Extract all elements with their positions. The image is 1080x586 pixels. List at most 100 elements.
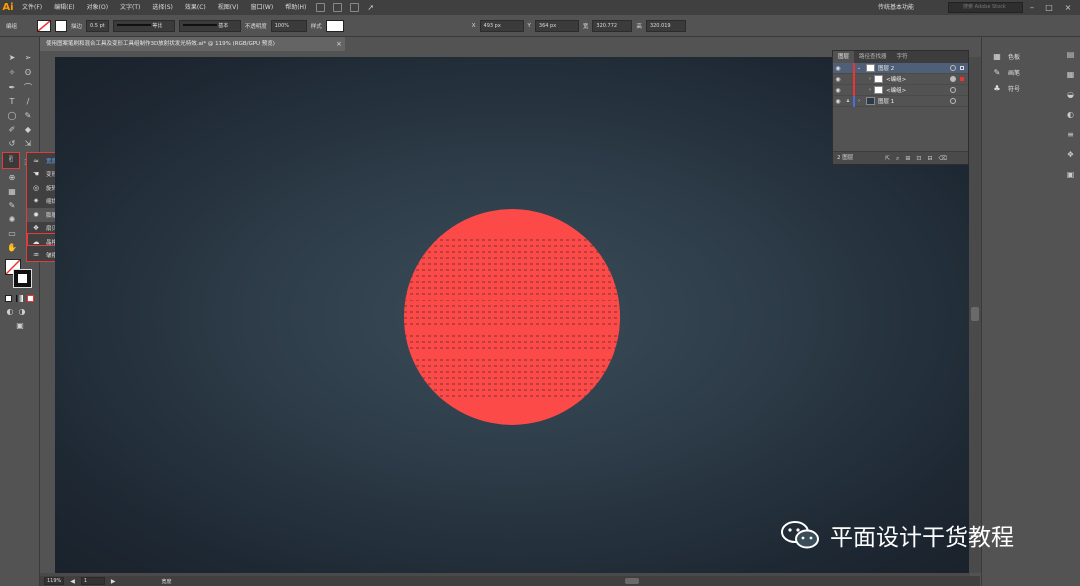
- artboard-field[interactable]: 1: [80, 577, 105, 585]
- layer-row-group1[interactable]: ◉ › <编组>: [833, 73, 968, 85]
- graphic-styles-icon[interactable]: ▣: [1061, 165, 1080, 185]
- next-artboard-icon[interactable]: ▶: [111, 578, 116, 585]
- menu-window[interactable]: 窗口(W): [245, 0, 280, 15]
- layer-name[interactable]: <编组>: [886, 75, 950, 83]
- layer-actions-icons[interactable]: ⇱⌕⊞⊡⊟⌫: [885, 152, 953, 165]
- opacity-field[interactable]: 100%: [270, 19, 307, 32]
- stroke-color-icon[interactable]: [13, 269, 32, 288]
- layer-row-layer2[interactable]: ◉ ⌄ 图层 2: [833, 62, 968, 74]
- menu-effect[interactable]: 效果(C): [179, 0, 212, 15]
- selection-indicator[interactable]: [960, 77, 964, 81]
- selection-indicator[interactable]: [960, 88, 964, 92]
- color-mode-icon[interactable]: [5, 295, 12, 302]
- menu-view[interactable]: 视图(V): [212, 0, 245, 15]
- gradient-panel-icon[interactable]: ❖: [1061, 145, 1080, 165]
- symbol-sprayer-tool-icon[interactable]: ✺: [6, 215, 18, 225]
- document-tab[interactable]: 使用图案笔刷和混合工具及变形工具组制作3D放射状发光特效.ai* @ 119% …: [40, 37, 345, 51]
- menu-file[interactable]: 文件(F): [16, 0, 48, 15]
- lock-icon[interactable]: 🔒︎: [843, 98, 853, 104]
- stroke-swatch[interactable]: [55, 19, 68, 32]
- properties-icon[interactable]: ▤: [1061, 45, 1080, 65]
- visibility-eye-icon[interactable]: ◉: [833, 65, 843, 72]
- expand-chevron-icon[interactable]: ›: [855, 98, 863, 104]
- magic-wand-tool-icon[interactable]: ✧: [6, 68, 18, 78]
- workspace-switcher[interactable]: 传统基本功能: [878, 2, 914, 11]
- layer-name[interactable]: 图层 2: [878, 64, 950, 72]
- selection-indicator[interactable]: [960, 66, 964, 70]
- send-icon[interactable]: ➚: [367, 3, 374, 12]
- perspective-grid-tool-icon[interactable]: ▦: [6, 187, 18, 197]
- tab-pathfinder[interactable]: 路径查找器: [854, 51, 892, 63]
- target-icon[interactable]: [950, 98, 956, 104]
- dock-symbols[interactable]: ♣ 符号: [992, 80, 1054, 96]
- width-tool-group-button[interactable]: ✌: [2, 152, 20, 169]
- target-icon[interactable]: [950, 76, 956, 82]
- dock-swatches[interactable]: ▦ 色板: [992, 48, 1054, 64]
- menu-select[interactable]: 选择(S): [146, 0, 179, 15]
- tab-layers[interactable]: 图层: [833, 51, 855, 63]
- scale-tool-icon[interactable]: ⇲: [22, 139, 34, 149]
- target-icon[interactable]: [950, 87, 956, 93]
- stroke-label[interactable]: 描边: [71, 22, 82, 30]
- hand-tool-icon[interactable]: ✋: [6, 243, 18, 253]
- visibility-eye-icon[interactable]: ◉: [833, 98, 843, 105]
- fill-swatch[interactable]: [37, 19, 52, 32]
- shape-builder-tool-icon[interactable]: ⊕: [6, 173, 18, 183]
- expand-chevron-icon[interactable]: ›: [855, 76, 871, 82]
- lasso-tool-icon[interactable]: ʘ: [22, 68, 34, 78]
- brush-definition[interactable]: 基本: [178, 19, 241, 32]
- dock-brushes[interactable]: ✎ 画笔: [992, 64, 1054, 80]
- transparency-icon[interactable]: ◐: [1061, 105, 1080, 125]
- x-field[interactable]: 493 px: [479, 19, 524, 32]
- close-tab-icon[interactable]: ×: [336, 37, 344, 51]
- stroke-panel-icon[interactable]: ≡: [1061, 125, 1080, 145]
- graphic-style-swatch[interactable]: [325, 19, 344, 32]
- curvature-tool-icon[interactable]: ⌒: [22, 83, 34, 93]
- color-guide-icon[interactable]: ▦: [1061, 65, 1080, 85]
- horizontal-scroll-thumb[interactable]: [625, 578, 639, 584]
- shaper-tool-icon[interactable]: ✐: [6, 125, 18, 135]
- expand-chevron-icon[interactable]: ›: [855, 87, 871, 93]
- minimize-icon[interactable]: –: [1026, 2, 1038, 13]
- arrange-documents-icon[interactable]: [350, 3, 360, 12]
- type-tool-icon[interactable]: T: [6, 97, 18, 107]
- prev-artboard-icon[interactable]: ◀: [70, 578, 75, 585]
- visibility-eye-icon[interactable]: ◉: [833, 76, 843, 83]
- layer-name[interactable]: <编组>: [886, 86, 950, 94]
- none-mode-icon[interactable]: [27, 295, 34, 302]
- stroke-weight-field[interactable]: 0.5 pt: [86, 19, 109, 32]
- layer-row-group2[interactable]: ◉ › <编组>: [833, 84, 968, 96]
- menu-object[interactable]: 对象(O): [81, 0, 114, 15]
- draw-behind-icon[interactable]: ◑: [16, 307, 28, 317]
- tab-character[interactable]: 字符: [892, 51, 913, 63]
- menu-help[interactable]: 帮助(H): [279, 0, 312, 15]
- ellipse-tool-icon[interactable]: ◯: [6, 111, 18, 121]
- zoom-field[interactable]: 119%: [44, 577, 65, 585]
- menu-edit[interactable]: 编辑(E): [48, 0, 80, 15]
- eraser-tool-icon[interactable]: ◆: [22, 125, 34, 135]
- screen-mode-icon[interactable]: ▣: [14, 321, 26, 331]
- selection-tool-icon[interactable]: ➤: [6, 53, 18, 63]
- gradient-mode-icon[interactable]: [16, 295, 23, 302]
- selection-indicator[interactable]: [960, 99, 964, 103]
- eyedropper-tool-icon[interactable]: ✎: [6, 201, 18, 211]
- draw-mode-icon[interactable]: ◐: [4, 307, 16, 317]
- direct-selection-tool-icon[interactable]: ➢: [22, 53, 34, 63]
- stock-icon[interactable]: [333, 3, 343, 12]
- visibility-eye-icon[interactable]: ◉: [833, 87, 843, 94]
- line-tool-icon[interactable]: /: [22, 97, 34, 107]
- target-icon[interactable]: [950, 65, 956, 71]
- bridge-icon[interactable]: [316, 3, 326, 12]
- layer-name[interactable]: 图层 1: [878, 97, 950, 105]
- y-field[interactable]: 364 px: [534, 19, 579, 32]
- expand-chevron-icon[interactable]: ⌄: [855, 65, 863, 71]
- layer-row-layer1[interactable]: ◉ 🔒︎ › 图层 1: [833, 95, 968, 107]
- maximize-icon[interactable]: □: [1043, 2, 1055, 13]
- artboard-tool-icon[interactable]: ▭: [6, 229, 18, 239]
- vertical-scrollbar[interactable]: [969, 57, 981, 573]
- paintbrush-tool-icon[interactable]: ✎: [22, 111, 34, 121]
- pen-tool-icon[interactable]: ✒: [6, 83, 18, 93]
- height-field[interactable]: 320.019: [645, 19, 686, 32]
- vertical-scroll-thumb[interactable]: [971, 307, 979, 321]
- menu-type[interactable]: 文字(T): [114, 0, 146, 15]
